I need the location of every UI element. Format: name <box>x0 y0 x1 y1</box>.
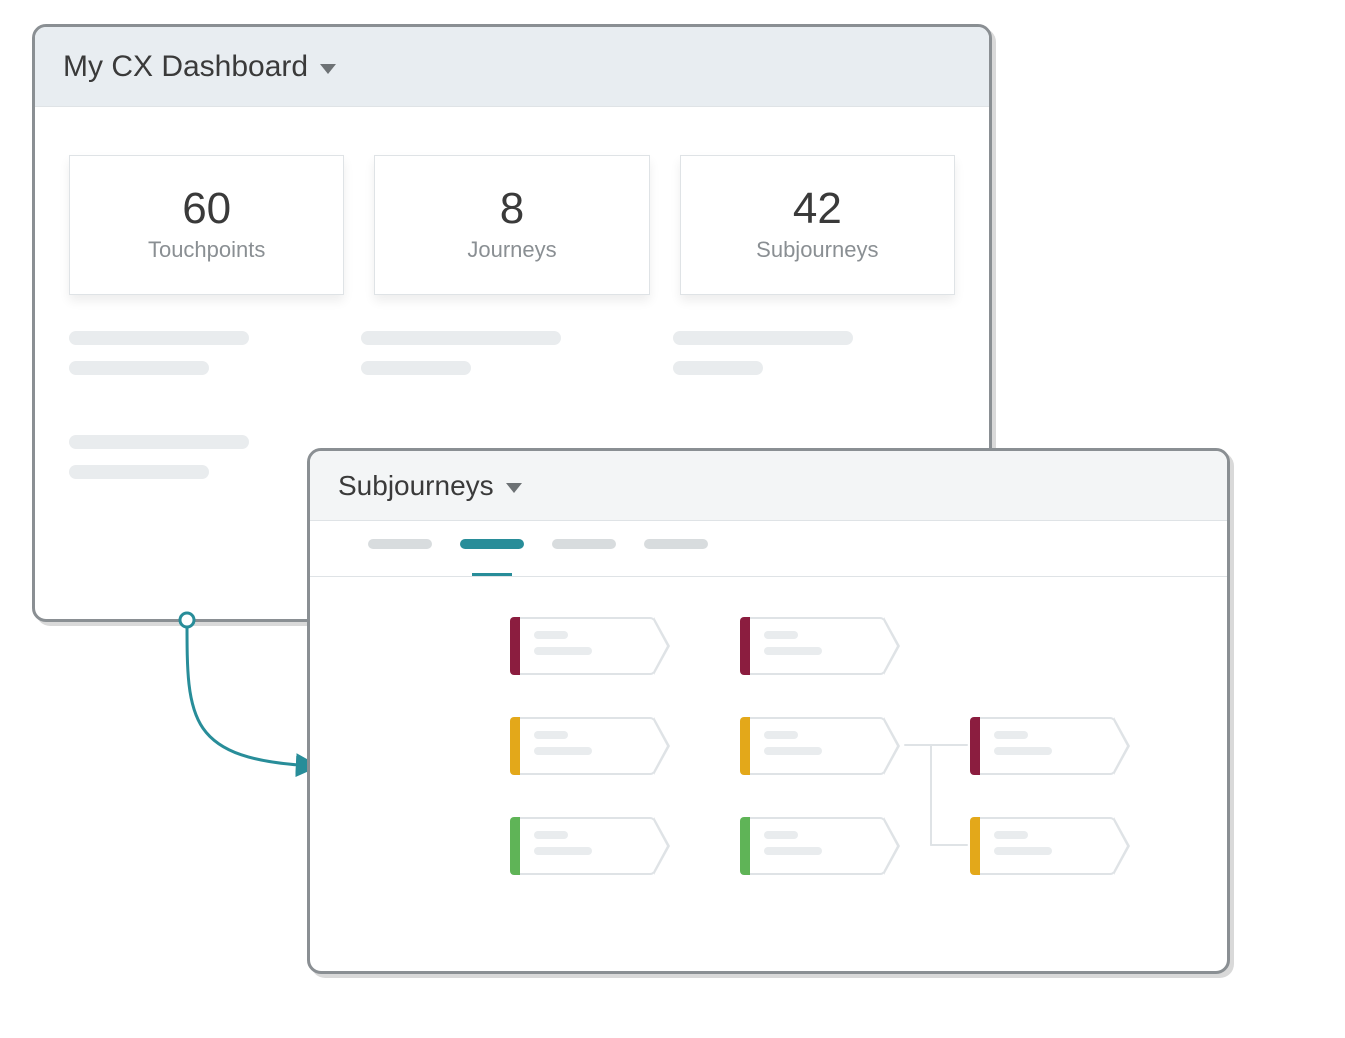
chevron-down-icon <box>320 64 336 74</box>
skeleton-line <box>673 331 853 345</box>
journey-node[interactable] <box>970 717 1116 775</box>
skeleton-line <box>361 331 561 345</box>
arrow-right-icon <box>654 717 670 775</box>
connector-line <box>930 744 932 846</box>
arrow-right-icon <box>654 817 670 875</box>
journey-node[interactable] <box>510 817 656 875</box>
tab-2[interactable] <box>460 539 524 549</box>
skeleton-line <box>361 361 471 375</box>
skeleton-line <box>69 465 209 479</box>
stat-card-touchpoints[interactable]: 60 Touchpoints <box>69 155 344 295</box>
stat-value: 42 <box>793 187 842 231</box>
stat-card-subjourneys[interactable]: 42 Subjourneys <box>680 155 955 295</box>
stat-value: 60 <box>182 187 231 231</box>
status-stripe <box>510 617 520 675</box>
stat-label: Subjourneys <box>756 237 878 263</box>
journey-node[interactable] <box>510 617 656 675</box>
skeleton-line <box>69 435 249 449</box>
arrow-right-icon <box>884 617 900 675</box>
journey-node[interactable] <box>740 817 886 875</box>
journey-node[interactable] <box>740 617 886 675</box>
status-stripe <box>970 817 980 875</box>
skeleton-line <box>673 361 763 375</box>
skeleton-line <box>69 331 249 345</box>
dashboard-selector[interactable]: My CX Dashboard <box>35 27 989 107</box>
status-stripe <box>740 617 750 675</box>
status-stripe <box>510 817 520 875</box>
status-stripe <box>740 817 750 875</box>
subjourneys-selector[interactable]: Subjourneys <box>310 451 1227 521</box>
status-stripe <box>740 717 750 775</box>
subjourney-tabs <box>310 521 1227 577</box>
skeleton-line <box>69 361 209 375</box>
arrow-right-icon <box>1114 817 1130 875</box>
status-stripe <box>970 717 980 775</box>
subjourneys-panel: Subjourneys <box>307 448 1230 974</box>
arrow-right-icon <box>1114 717 1130 775</box>
journey-node[interactable] <box>970 817 1116 875</box>
chevron-down-icon <box>506 483 522 493</box>
tab-4[interactable] <box>644 539 708 549</box>
arrow-right-icon <box>654 617 670 675</box>
stat-row: 60 Touchpoints 8 Journeys 42 Subjourneys <box>35 107 989 325</box>
stat-label: Journeys <box>467 237 556 263</box>
dashboard-title: My CX Dashboard <box>63 50 308 84</box>
status-stripe <box>510 717 520 775</box>
connector-line <box>930 844 968 846</box>
stat-value: 8 <box>500 187 524 231</box>
connector-line <box>904 744 968 746</box>
journey-node[interactable] <box>510 717 656 775</box>
journey-flow <box>310 577 1227 974</box>
stat-card-journeys[interactable]: 8 Journeys <box>374 155 649 295</box>
arrow-right-icon <box>884 817 900 875</box>
tab-1[interactable] <box>368 539 432 549</box>
arrow-right-icon <box>884 717 900 775</box>
stat-label: Touchpoints <box>148 237 265 263</box>
subjourneys-title: Subjourneys <box>338 470 494 502</box>
journey-node[interactable] <box>740 717 886 775</box>
tab-3[interactable] <box>552 539 616 549</box>
